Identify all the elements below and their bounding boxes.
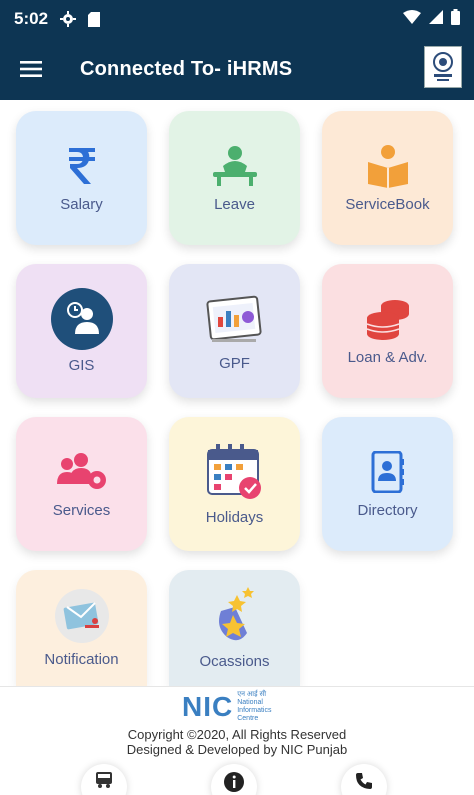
finance-dashboard-icon	[205, 291, 264, 347]
person-clock-icon	[50, 287, 113, 350]
stars-icon	[215, 586, 255, 645]
contact-book-icon	[371, 450, 405, 494]
status-time: 5:02	[14, 9, 49, 28]
settings-gear-icon	[60, 11, 77, 27]
tile-gpf[interactable]: GPF	[169, 264, 300, 398]
app-title: Connected To- iHRMS	[80, 57, 293, 80]
info-icon[interactable]	[211, 764, 257, 795]
tile-label: ServiceBook	[345, 195, 430, 213]
copyright-text: Copyright ©2020, All Rights Reserved Des…	[0, 727, 474, 757]
rupee-icon	[67, 144, 97, 188]
people-gear-icon	[55, 450, 109, 494]
tile-label: Notification	[44, 650, 119, 668]
tile-loan-adv[interactable]: Loan & Adv.	[322, 264, 453, 398]
tile-holidays[interactable]: Holidays	[169, 417, 300, 551]
state-emblem-logo	[424, 46, 462, 88]
person-relaxing-icon	[209, 144, 261, 188]
tile-label: GIS	[68, 356, 95, 374]
tile-leave[interactable]: Leave	[169, 111, 300, 245]
designed-by-line: Designed & Developed by NIC Punjab	[126, 742, 348, 757]
sd-card-icon	[88, 11, 101, 27]
reader-book-icon	[365, 144, 411, 188]
tile-servicebook[interactable]: ServiceBook	[322, 111, 453, 245]
nic-logo-line-3: Centre	[237, 715, 259, 722]
nic-logo-text: NIC	[182, 691, 234, 722]
app-bar: Connected To- iHRMS	[0, 38, 474, 100]
tile-label: Ocassions	[199, 652, 270, 670]
battery-icon	[451, 8, 460, 30]
tile-label: Loan & Adv.	[347, 348, 428, 366]
module-grid: Salary Leave ServiceBook GIS GPF Loan & …	[0, 100, 474, 686]
nic-logo-line-2: Informatics	[237, 707, 272, 714]
bus-icon[interactable]	[81, 764, 127, 795]
tile-label: Holidays	[205, 508, 264, 526]
tile-label: Leave	[214, 195, 255, 213]
status-bar: 5:02	[0, 0, 474, 38]
tile-ocassions[interactable]: Ocassions	[169, 570, 300, 686]
nic-logo-line-1: National	[237, 699, 263, 706]
tile-label: Salary	[60, 195, 103, 213]
coin-stack-icon	[365, 297, 411, 341]
notification-envelope-icon	[54, 588, 109, 643]
tile-gis[interactable]: GIS	[16, 264, 147, 398]
wifi-icon	[403, 9, 421, 29]
calendar-check-icon	[206, 443, 264, 501]
tile-label: Services	[52, 501, 111, 519]
tile-services[interactable]: Services	[16, 417, 147, 551]
tile-directory[interactable]: Directory	[322, 417, 453, 551]
copyright-line: Copyright ©2020, All Rights Reserved	[127, 727, 347, 742]
tile-salary[interactable]: Salary	[16, 111, 147, 245]
phone-screen: 5:02 Connected To- iHRMS Salary Leave Se…	[0, 0, 474, 795]
nic-logo-subtext: एन आई सी National Informatics Centre	[237, 691, 271, 723]
hamburger-menu-icon[interactable]	[0, 38, 62, 100]
nic-logo: NIC एन आई सी National Informatics Centre	[182, 691, 271, 723]
tile-label: Directory	[357, 501, 418, 519]
phone-call-icon[interactable]	[341, 764, 387, 795]
nic-logo-hindi: एन आई सी	[237, 691, 267, 698]
bottom-actions	[0, 764, 474, 795]
cell-signal-icon	[429, 9, 443, 29]
tile-label: GPF	[219, 354, 250, 372]
tile-notification[interactable]: Notification	[16, 570, 147, 686]
